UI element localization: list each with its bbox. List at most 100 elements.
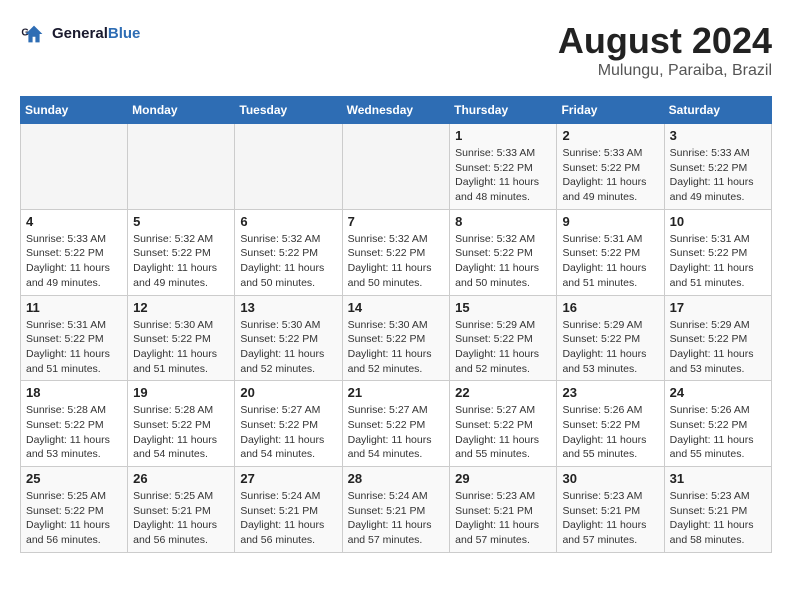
- day-of-week-header: Wednesday: [342, 97, 450, 124]
- day-info: Sunrise: 5:33 AM Sunset: 5:22 PM Dayligh…: [562, 146, 658, 205]
- day-info: Sunrise: 5:29 AM Sunset: 5:22 PM Dayligh…: [562, 318, 658, 377]
- calendar-cell: 11 Sunrise: 5:31 AM Sunset: 5:22 PM Dayli…: [21, 295, 128, 381]
- day-number: 22: [455, 385, 551, 400]
- days-of-week-row: SundayMondayTuesdayWednesdayThursdayFrid…: [21, 97, 772, 124]
- day-of-week-header: Thursday: [450, 97, 557, 124]
- logo-icon: G: [20, 20, 48, 48]
- day-number: 17: [670, 300, 766, 315]
- calendar-cell: 26Sunrise: 5:25 AM Sunset: 5:21 PM Dayli…: [128, 467, 235, 553]
- calendar-cell: 6 Sunrise: 5:32 AM Sunset: 5:22 PM Daylig…: [235, 209, 342, 295]
- calendar-cell: [21, 124, 128, 210]
- day-info: Sunrise: 5:25 AM Sunset: 5:21 PM Dayligh…: [133, 489, 229, 548]
- day-of-week-header: Sunday: [21, 97, 128, 124]
- day-info: Sunrise: 5:32 AM Sunset: 5:22 PM Dayligh…: [240, 232, 336, 291]
- day-number: 31: [670, 471, 766, 486]
- day-number: 14: [348, 300, 445, 315]
- day-info: Sunrise: 5:33 AM Sunset: 5:22 PM Dayligh…: [455, 146, 551, 205]
- calendar-cell: 22 Sunrise: 5:27 AM Sunset: 5:22 PM Dayli…: [450, 381, 557, 467]
- calendar-week-row: 11 Sunrise: 5:31 AM Sunset: 5:22 PM Dayli…: [21, 295, 772, 381]
- day-number: 28: [348, 471, 445, 486]
- day-number: 6: [240, 214, 336, 229]
- day-number: 25: [26, 471, 122, 486]
- day-info: Sunrise: 5:27 AM Sunset: 5:22 PM Dayligh…: [348, 403, 445, 462]
- location: Mulungu, Paraiba, Brazil: [558, 62, 772, 80]
- calendar-body: 1 Sunrise: 5:33 AM Sunset: 5:22 PM Daylig…: [21, 124, 772, 553]
- calendar-cell: 17Sunrise: 5:29 AM Sunset: 5:22 PM Dayli…: [664, 295, 771, 381]
- calendar-cell: 13Sunrise: 5:30 AM Sunset: 5:22 PM Dayli…: [235, 295, 342, 381]
- calendar-cell: [128, 124, 235, 210]
- day-of-week-header: Monday: [128, 97, 235, 124]
- logo-text: GeneralBlue: [52, 25, 140, 43]
- calendar-header: SundayMondayTuesdayWednesdayThursdayFrid…: [21, 97, 772, 124]
- day-number: 1: [455, 128, 551, 143]
- calendar-week-row: 4Sunrise: 5:33 AM Sunset: 5:22 PM Daylig…: [21, 209, 772, 295]
- calendar-cell: 16Sunrise: 5:29 AM Sunset: 5:22 PM Dayli…: [557, 295, 664, 381]
- page-header: G GeneralBlue August 2024 Mulungu, Parai…: [20, 20, 772, 80]
- day-number: 29: [455, 471, 551, 486]
- day-number: 30: [562, 471, 658, 486]
- calendar-cell: 28 Sunrise: 5:24 AM Sunset: 5:21 PM Dayli…: [342, 467, 450, 553]
- day-info: Sunrise: 5:28 AM Sunset: 5:22 PM Dayligh…: [26, 403, 122, 462]
- calendar-cell: 5 Sunrise: 5:32 AM Sunset: 5:22 PM Daylig…: [128, 209, 235, 295]
- day-info: Sunrise: 5:27 AM Sunset: 5:22 PM Dayligh…: [455, 403, 551, 462]
- day-info: Sunrise: 5:32 AM Sunset: 5:22 PM Dayligh…: [455, 232, 551, 291]
- calendar-cell: 1 Sunrise: 5:33 AM Sunset: 5:22 PM Daylig…: [450, 124, 557, 210]
- calendar-cell: 4Sunrise: 5:33 AM Sunset: 5:22 PM Daylig…: [21, 209, 128, 295]
- day-number: 23: [562, 385, 658, 400]
- calendar-cell: 23 Sunrise: 5:26 AM Sunset: 5:22 PM Dayli…: [557, 381, 664, 467]
- calendar-cell: 31 Sunrise: 5:23 AM Sunset: 5:21 PM Dayli…: [664, 467, 771, 553]
- day-info: Sunrise: 5:26 AM Sunset: 5:22 PM Dayligh…: [562, 403, 658, 462]
- day-info: Sunrise: 5:23 AM Sunset: 5:21 PM Dayligh…: [562, 489, 658, 548]
- calendar-week-row: 18Sunrise: 5:28 AM Sunset: 5:22 PM Dayli…: [21, 381, 772, 467]
- calendar-table: SundayMondayTuesdayWednesdayThursdayFrid…: [20, 96, 772, 553]
- day-number: 21: [348, 385, 445, 400]
- calendar-cell: [342, 124, 450, 210]
- calendar-cell: 29 Sunrise: 5:23 AM Sunset: 5:21 PM Dayli…: [450, 467, 557, 553]
- day-of-week-header: Friday: [557, 97, 664, 124]
- day-info: Sunrise: 5:31 AM Sunset: 5:22 PM Dayligh…: [670, 232, 766, 291]
- day-info: Sunrise: 5:23 AM Sunset: 5:21 PM Dayligh…: [670, 489, 766, 548]
- day-info: Sunrise: 5:30 AM Sunset: 5:22 PM Dayligh…: [240, 318, 336, 377]
- logo-line2: Blue: [108, 25, 141, 42]
- title-block: August 2024 Mulungu, Paraiba, Brazil: [558, 20, 772, 80]
- day-info: Sunrise: 5:23 AM Sunset: 5:21 PM Dayligh…: [455, 489, 551, 548]
- day-number: 7: [348, 214, 445, 229]
- calendar-cell: 2 Sunrise: 5:33 AM Sunset: 5:22 PM Daylig…: [557, 124, 664, 210]
- calendar-cell: 27 Sunrise: 5:24 AM Sunset: 5:21 PM Dayli…: [235, 467, 342, 553]
- day-info: Sunrise: 5:24 AM Sunset: 5:21 PM Dayligh…: [348, 489, 445, 548]
- day-info: Sunrise: 5:26 AM Sunset: 5:22 PM Dayligh…: [670, 403, 766, 462]
- calendar-cell: 12Sunrise: 5:30 AM Sunset: 5:22 PM Dayli…: [128, 295, 235, 381]
- calendar-week-row: 25 Sunrise: 5:25 AM Sunset: 5:22 PM Dayli…: [21, 467, 772, 553]
- day-info: Sunrise: 5:32 AM Sunset: 5:22 PM Dayligh…: [348, 232, 445, 291]
- day-number: 2: [562, 128, 658, 143]
- calendar-cell: 19Sunrise: 5:28 AM Sunset: 5:22 PM Dayli…: [128, 381, 235, 467]
- logo-line1: General: [52, 25, 108, 42]
- calendar-cell: 15Sunrise: 5:29 AM Sunset: 5:22 PM Dayli…: [450, 295, 557, 381]
- day-info: Sunrise: 5:30 AM Sunset: 5:22 PM Dayligh…: [133, 318, 229, 377]
- calendar-cell: 10 Sunrise: 5:31 AM Sunset: 5:22 PM Dayli…: [664, 209, 771, 295]
- day-number: 5: [133, 214, 229, 229]
- day-info: Sunrise: 5:33 AM Sunset: 5:22 PM Dayligh…: [670, 146, 766, 205]
- day-number: 27: [240, 471, 336, 486]
- calendar-cell: 14Sunrise: 5:30 AM Sunset: 5:22 PM Dayli…: [342, 295, 450, 381]
- month-year: August 2024: [558, 20, 772, 62]
- calendar-cell: 3 Sunrise: 5:33 AM Sunset: 5:22 PM Daylig…: [664, 124, 771, 210]
- day-info: Sunrise: 5:31 AM Sunset: 5:22 PM Dayligh…: [26, 318, 122, 377]
- day-number: 9: [562, 214, 658, 229]
- day-number: 10: [670, 214, 766, 229]
- day-number: 11: [26, 300, 122, 315]
- day-info: Sunrise: 5:28 AM Sunset: 5:22 PM Dayligh…: [133, 403, 229, 462]
- day-info: Sunrise: 5:27 AM Sunset: 5:22 PM Dayligh…: [240, 403, 336, 462]
- calendar-cell: [235, 124, 342, 210]
- day-number: 8: [455, 214, 551, 229]
- day-number: 20: [240, 385, 336, 400]
- calendar-week-row: 1 Sunrise: 5:33 AM Sunset: 5:22 PM Daylig…: [21, 124, 772, 210]
- calendar-cell: 18Sunrise: 5:28 AM Sunset: 5:22 PM Dayli…: [21, 381, 128, 467]
- day-number: 4: [26, 214, 122, 229]
- day-number: 3: [670, 128, 766, 143]
- calendar-cell: 20 Sunrise: 5:27 AM Sunset: 5:22 PM Dayli…: [235, 381, 342, 467]
- calendar-cell: 7 Sunrise: 5:32 AM Sunset: 5:22 PM Daylig…: [342, 209, 450, 295]
- day-info: Sunrise: 5:32 AM Sunset: 5:22 PM Dayligh…: [133, 232, 229, 291]
- day-info: Sunrise: 5:25 AM Sunset: 5:22 PM Dayligh…: [26, 489, 122, 548]
- day-info: Sunrise: 5:24 AM Sunset: 5:21 PM Dayligh…: [240, 489, 336, 548]
